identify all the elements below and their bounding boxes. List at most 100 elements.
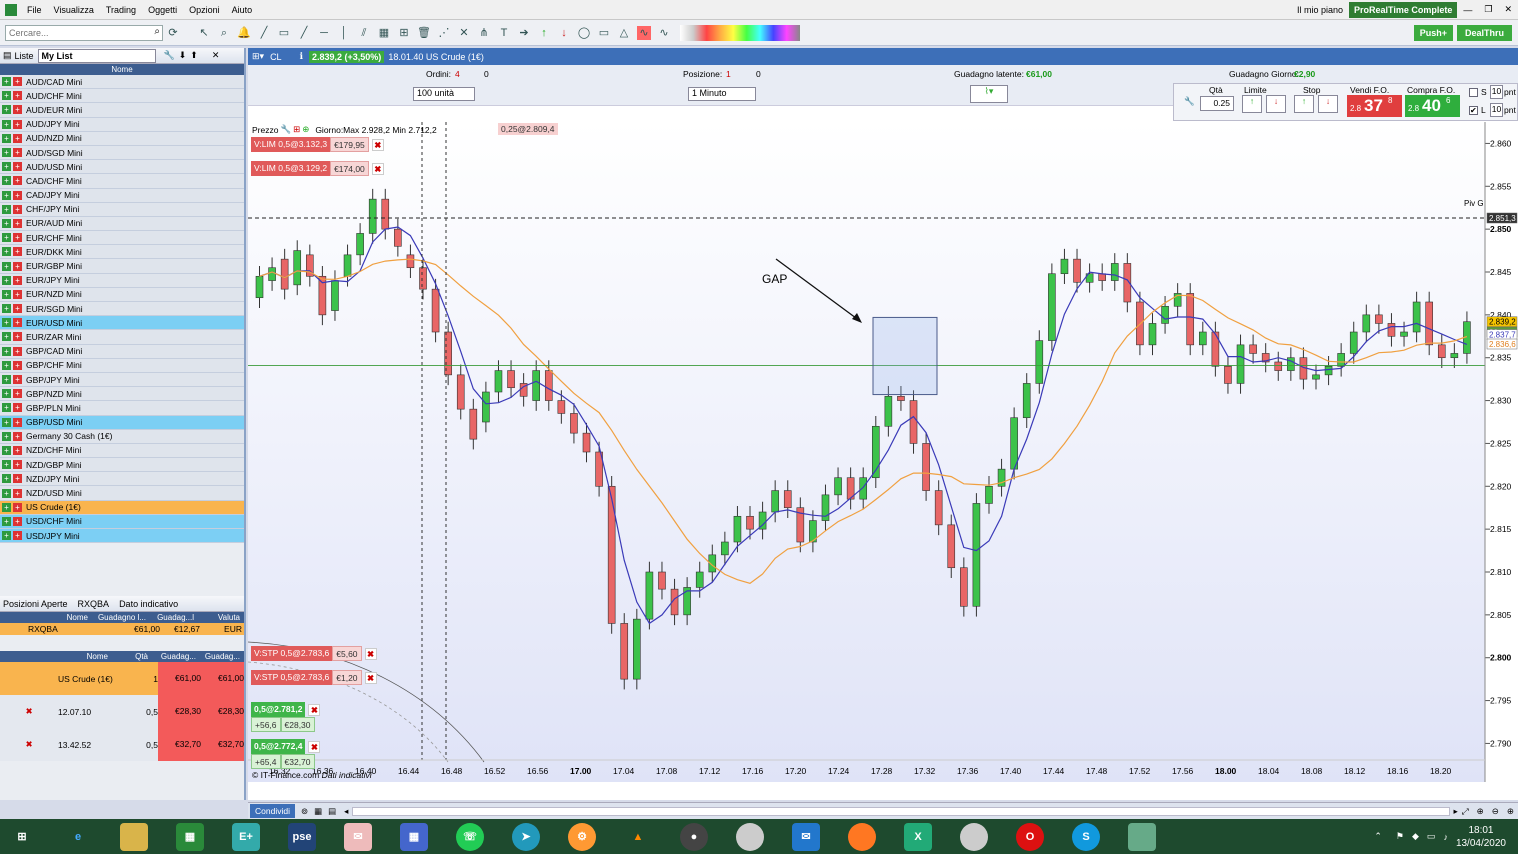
list-select[interactable]: My List [37, 48, 156, 63]
expand-icon[interactable]: + [2, 502, 11, 512]
watchlist-row[interactable]: + + AUD/JPY Mini [0, 117, 244, 132]
watchlist-row[interactable]: + + NZD/GBP Mini [0, 458, 244, 473]
skype-icon[interactable]: S [1072, 822, 1100, 851]
positions-tab[interactable]: Posizioni Aperte [3, 599, 68, 609]
tray-flag-icon[interactable]: ⚑ [1396, 831, 1404, 842]
ellipse-icon[interactable]: ◯ [577, 26, 591, 40]
ruler-icon[interactable]: ▭ [277, 26, 291, 40]
l-input[interactable]: 10 [1490, 103, 1503, 117]
trade-icon[interactable]: + [13, 516, 22, 526]
watchlist-row[interactable]: + + GBP/USD Mini [0, 415, 244, 430]
order-label[interactable]: 0,5@2.781,2 [251, 702, 306, 717]
menu-aiuto[interactable]: Aiuto [232, 5, 253, 15]
head-guadagno1[interactable]: Guadagno l... [88, 613, 146, 622]
pointer-icon[interactable]: ↖ [197, 26, 211, 40]
expand-icon[interactable]: + [2, 204, 11, 214]
zoom-reset-icon[interactable]: ⊕ [1477, 806, 1484, 817]
watchlist-row[interactable]: + + NZD/CHF Mini [0, 443, 244, 459]
indicative-tab[interactable]: Dato indicativo [119, 599, 178, 609]
menu-file[interactable]: File [27, 5, 42, 15]
text-icon[interactable]: T [497, 26, 511, 40]
watchlist-row[interactable]: + + EUR/GBP Mini [0, 259, 244, 274]
expand-icon[interactable]: + [2, 133, 11, 143]
prorealtime-icon[interactable] [1128, 822, 1156, 851]
expand-icon[interactable]: + [2, 403, 11, 413]
sell-order-tag[interactable]: V:STP 0,5@2.783,6 €1,20 ✖ [251, 670, 377, 685]
buy-order-tag[interactable]: 0,5@2.772,4 ✖ +65,4 €32,70 [251, 739, 321, 769]
head-guadagno2[interactable]: Guadag...l [146, 613, 194, 622]
trash-icon[interactable]: 🗑 [417, 26, 431, 40]
tray-volume-icon[interactable]: ♪ [1443, 832, 1448, 842]
arrow-right-icon[interactable]: ➔ [517, 26, 531, 40]
plan-link[interactable]: Il mio piano [1297, 5, 1343, 15]
cancel-order-icon[interactable]: ✖ [371, 138, 384, 151]
ordini-value[interactable]: 4 [455, 69, 460, 79]
expand-icon[interactable]: + [2, 318, 11, 328]
channel-icon[interactable]: ⫽ [357, 26, 371, 40]
trade-icon[interactable]: + [13, 488, 22, 498]
trade-icon[interactable]: + [13, 148, 22, 158]
watchlist-row[interactable]: + + EUR/AUD Mini [0, 216, 244, 232]
watchlist-row[interactable]: + + NZD/USD Mini [0, 486, 244, 501]
wrench-icon[interactable]: 🔧 [164, 50, 175, 61]
sort-up-icon[interactable]: ⬆ [190, 50, 198, 61]
buy-button[interactable]: 2.8 40 6 [1405, 95, 1460, 117]
search-icon[interactable]: ⌕ [154, 26, 160, 37]
watchlist-row[interactable]: + + AUD/USD Mini [0, 160, 244, 175]
minimize-icon[interactable]: — [1463, 5, 1472, 15]
ordini-value2[interactable]: 0 [484, 69, 489, 79]
share-button[interactable]: Condividi [250, 804, 295, 818]
account-row[interactable]: RXQBA €61,00 €12,67 EUR [0, 623, 244, 635]
sell-stop-button[interactable]: ↓ [1318, 95, 1338, 113]
settings-app-icon[interactable]: ⚙ [568, 822, 596, 851]
triangle-icon[interactable]: △ [617, 26, 631, 40]
watchlist-row[interactable]: + + EUR/ZAR Mini [0, 330, 244, 345]
sell-button[interactable]: 2.8 37 8 [1347, 95, 1402, 117]
firefox-icon[interactable] [848, 822, 876, 851]
price-chart[interactable]: 2.8602.8552.8502.8452.8402.8352.8302.825… [248, 122, 1518, 782]
expand-icon[interactable]: + [2, 431, 11, 441]
watchlist-row[interactable]: + + GBP/CHF Mini [0, 358, 244, 373]
watchlist-row[interactable]: + + EUR/NZD Mini [0, 287, 244, 302]
horizontal-scrollbar[interactable] [352, 806, 1450, 816]
rectangle-icon[interactable]: ▭ [597, 26, 611, 40]
tray-net-icon[interactable]: ▭ [1427, 831, 1436, 842]
watchlist-row[interactable]: + + AUD/NZD Mini [0, 131, 244, 146]
head2-nome[interactable]: Nome [0, 652, 108, 661]
trade-icon[interactable]: + [13, 431, 22, 441]
mail-icon[interactable]: ✉ [792, 822, 820, 851]
expand-icon[interactable]: + [2, 247, 11, 257]
push-button[interactable]: Push+ [1413, 24, 1453, 41]
trade-icon[interactable]: + [13, 218, 22, 228]
zoom-fit-icon[interactable]: ⤢ [1462, 806, 1469, 817]
close-icon[interactable]: ✕ [1504, 4, 1512, 15]
arrow-up-icon[interactable]: ↑ [537, 26, 551, 40]
position-main-row[interactable]: US Crude (1€) 1 €61,00 €61,00 [0, 662, 244, 695]
menu-visualizza[interactable]: Visualizza [54, 5, 94, 15]
trade-icon[interactable]: + [13, 389, 22, 399]
buy-order-tag[interactable]: 0,5@2.781,2 ✖ +56,6 €28,30 [251, 702, 321, 732]
menu-trading[interactable]: Trading [106, 5, 136, 15]
arrow-down-icon[interactable]: ↓ [557, 26, 571, 40]
pse-icon[interactable]: pse [288, 822, 316, 851]
opera-icon[interactable]: O [1016, 822, 1044, 851]
trade-icon[interactable]: + [13, 261, 22, 271]
expand-icon[interactable]: + [2, 304, 11, 314]
expand-icon[interactable]: + [2, 488, 11, 498]
col-name[interactable]: Nome [111, 65, 132, 74]
head2-qta[interactable]: Qtà [108, 652, 148, 661]
expand-icon[interactable]: + [2, 474, 11, 484]
zoom-icon[interactable]: ⌕ [217, 26, 231, 40]
calc-icon[interactable]: ▦ [314, 806, 322, 817]
trade-icon[interactable]: + [13, 105, 22, 115]
gap-annotation[interactable]: GAP [762, 272, 787, 286]
expand-icon[interactable]: + [2, 105, 11, 115]
panel-close-icon[interactable]: ✕ [212, 50, 220, 61]
trade-icon[interactable]: + [13, 233, 22, 243]
camera-icon[interactable]: ● [680, 822, 708, 851]
expand-icon[interactable]: + [2, 77, 11, 87]
tray-up-icon[interactable]: ⌃ [1374, 831, 1382, 842]
restore-icon[interactable]: ❐ [1484, 4, 1492, 15]
trade-icon[interactable]: + [13, 332, 22, 342]
fib-icon[interactable]: ▦ [377, 26, 391, 40]
